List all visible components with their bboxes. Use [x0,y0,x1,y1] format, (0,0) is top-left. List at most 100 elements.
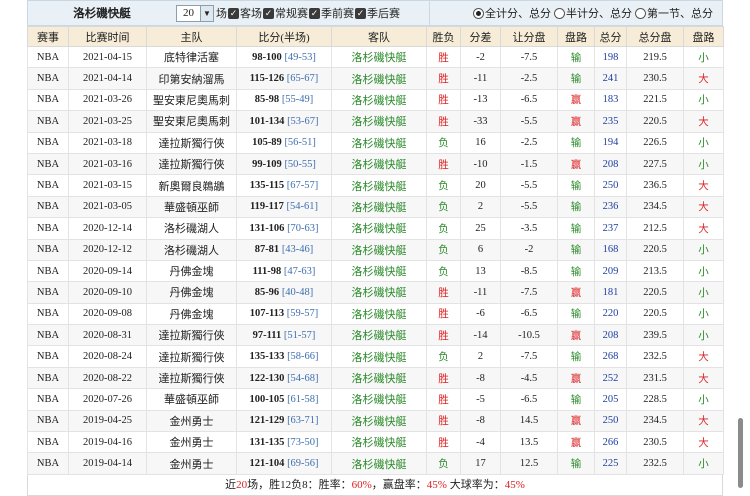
score-cell: 99-109 [50-55] [236,152,332,176]
table-row: NBA 2020-09-14 丹佛金塊 111-98 [47-63] 洛杉磯快艇负 13-… [27,259,724,283]
total-line-cell: 232.5 [626,452,684,475]
home-team-cell: 印第安納溜馬 [146,67,237,90]
score-cell: 87-81 [43-46] [236,238,332,261]
table-row: NBA 2021-04-15 底特律活塞 98-100 [49-53] 洛杉磯快艇胜 -2… [27,45,724,69]
date-cell: 2021-04-14 [68,67,147,90]
radio-icon[interactable] [635,7,646,19]
table-row: NBA 2020-07-26 華盛頓巫師 100-105 [61-58] 洛杉磯快艇胜 -… [27,388,724,411]
radio-label: 第一节、总分 [647,8,713,20]
filter-checkbox[interactable]: ✓ 常规赛 [263,5,308,21]
home-team-cell: 華盛頓巫師 [146,195,237,219]
score-cell: 101-134 [53-67] [236,110,332,133]
diff-cell: 2 [460,345,501,368]
away-team-cell: 洛杉磯快艇 [331,259,427,283]
away-team-cell: 洛杉磯快艇 [331,281,427,304]
home-team-cell: 達拉斯獨行俠 [146,152,237,176]
date-cell: 2021-03-18 [68,131,147,154]
score-mode-radio[interactable]: 第一节、总分 [635,5,713,21]
diff-cell: -6 [460,302,501,326]
handicap-cell: -6.5 [500,88,558,112]
total-line-cell: 213.5 [626,259,684,283]
handicap-cell: -6.5 [500,302,558,326]
handicap-cell: -7.5 [500,345,558,368]
total-line-cell: 219.5 [626,45,684,69]
half-score: [63-71] [287,415,319,427]
over-under-cell: 小 [683,152,724,176]
checkmark-icon[interactable]: ✓ [228,7,239,19]
date-cell: 2019-04-14 [68,452,147,475]
full-score: 121-129 [249,415,285,427]
total-cell: 205 [594,388,627,411]
total-cell: 183 [594,88,627,112]
filter-checkbox[interactable]: ✓ 客场 [228,5,262,21]
checkmark-icon[interactable]: ✓ [309,7,320,19]
column-header: 总分 [594,26,627,47]
checkmark-icon[interactable]: ✓ [355,7,366,19]
toolbar-divider [429,1,430,25]
filter-checkbox-label: 季前赛 [321,8,354,20]
score-mode-radios: 全计分、总分 半计分、总分 第一节、总分 [473,1,716,25]
handicap-result-cell: 输 [557,302,595,326]
home-team-cell: 達拉斯獨行俠 [146,131,237,154]
half-score: [59-57] [286,308,319,320]
table-row: NBA 2021-03-18 達拉斯獨行俠 105-89 [56-51] 洛杉磯快艇负 1… [27,131,724,154]
score-mode-radio[interactable]: 半计分、总分 [554,5,632,21]
total-cell: 252 [594,366,627,390]
table-row: NBA 2021-03-05 華盛頓巫師 119-117 [54-61] 洛杉磯快艇负 2… [27,195,724,219]
full-score: 101-134 [249,115,285,127]
date-cell: 2020-08-22 [68,366,147,390]
filter-toolbar: 洛杉磯快艇 20 ▼ 场 ✓ 客场 ✓ 常规赛 ✓ 季前赛 ✓ 季后赛 全计分、总分 半计分、总… [27,0,723,26]
total-line-cell: 220.5 [626,302,684,326]
away-team-cell: 洛杉磯快艇 [331,324,427,347]
date-cell: 2020-07-26 [68,388,147,411]
diff-cell: 2 [460,195,501,219]
home-team-cell: 金州勇士 [146,431,237,454]
footer-text-3: 大球率为： [446,478,505,491]
diff-cell: 25 [460,217,501,240]
radio-icon[interactable] [473,7,484,19]
total-line-cell: 226.5 [626,131,684,154]
away-team-cell: 洛杉磯快艇 [331,409,427,433]
column-header: 客队 [331,26,427,47]
handicap-result-cell: 赢 [557,366,595,390]
half-score: [40-48] [281,286,314,298]
table-row: NBA 2020-12-14 洛杉磯湖人 131-106 [70-63] 洛杉磯快艇负 2… [27,217,724,240]
radio-icon[interactable] [554,7,565,19]
handicap-cell: -2.5 [500,131,558,154]
handicap-cell: -1.5 [500,152,558,176]
chevron-down-icon[interactable]: ▼ [200,5,213,21]
handicap-result-cell: 输 [557,388,595,411]
total-cell: 220 [594,302,627,326]
away-team-cell: 洛杉磯快艇 [331,152,427,176]
league-cell: NBA [27,88,69,112]
league-cell: NBA [27,152,69,176]
league-cell: NBA [27,110,69,133]
handicap-result-cell: 输 [557,67,595,90]
checkmark-icon[interactable]: ✓ [263,7,274,19]
total-line-cell: 231.5 [626,366,684,390]
scrollbar-thumb[interactable] [738,418,743,488]
half-score: [43-46] [281,244,314,256]
half-score: [67-57] [286,180,319,192]
table-row: NBA 2019-04-25 金州勇士 121-129 [63-71] 洛杉磯快艇胜 -8… [27,409,724,433]
result-cell: 负 [426,131,461,154]
date-cell: 2020-09-10 [68,281,147,304]
diff-cell: -8 [460,366,501,390]
result-cell: 胜 [426,302,461,326]
filter-checkboxes: ✓ 客场 ✓ 常规赛 ✓ 季前赛 ✓ 季后赛 [227,5,400,21]
league-cell: NBA [27,45,69,69]
total-cell: 237 [594,217,627,240]
league-cell: NBA [27,67,69,90]
filter-checkbox[interactable]: ✓ 季前赛 [309,5,354,21]
diff-cell: -4 [460,431,501,454]
score-mode-radio[interactable]: 全计分、总分 [473,5,551,21]
match-count-select[interactable]: 20 ▼ [176,4,214,22]
result-cell: 负 [426,217,461,240]
handicap-result-cell: 赢 [557,110,595,133]
full-score: 122-130 [249,372,285,384]
league-cell: NBA [27,431,69,454]
score-cell: 119-117 [54-61] [236,195,332,219]
column-header: 赛事 [27,26,69,47]
filter-checkbox[interactable]: ✓ 季后赛 [355,5,400,21]
over-under-cell: 大 [683,174,724,197]
